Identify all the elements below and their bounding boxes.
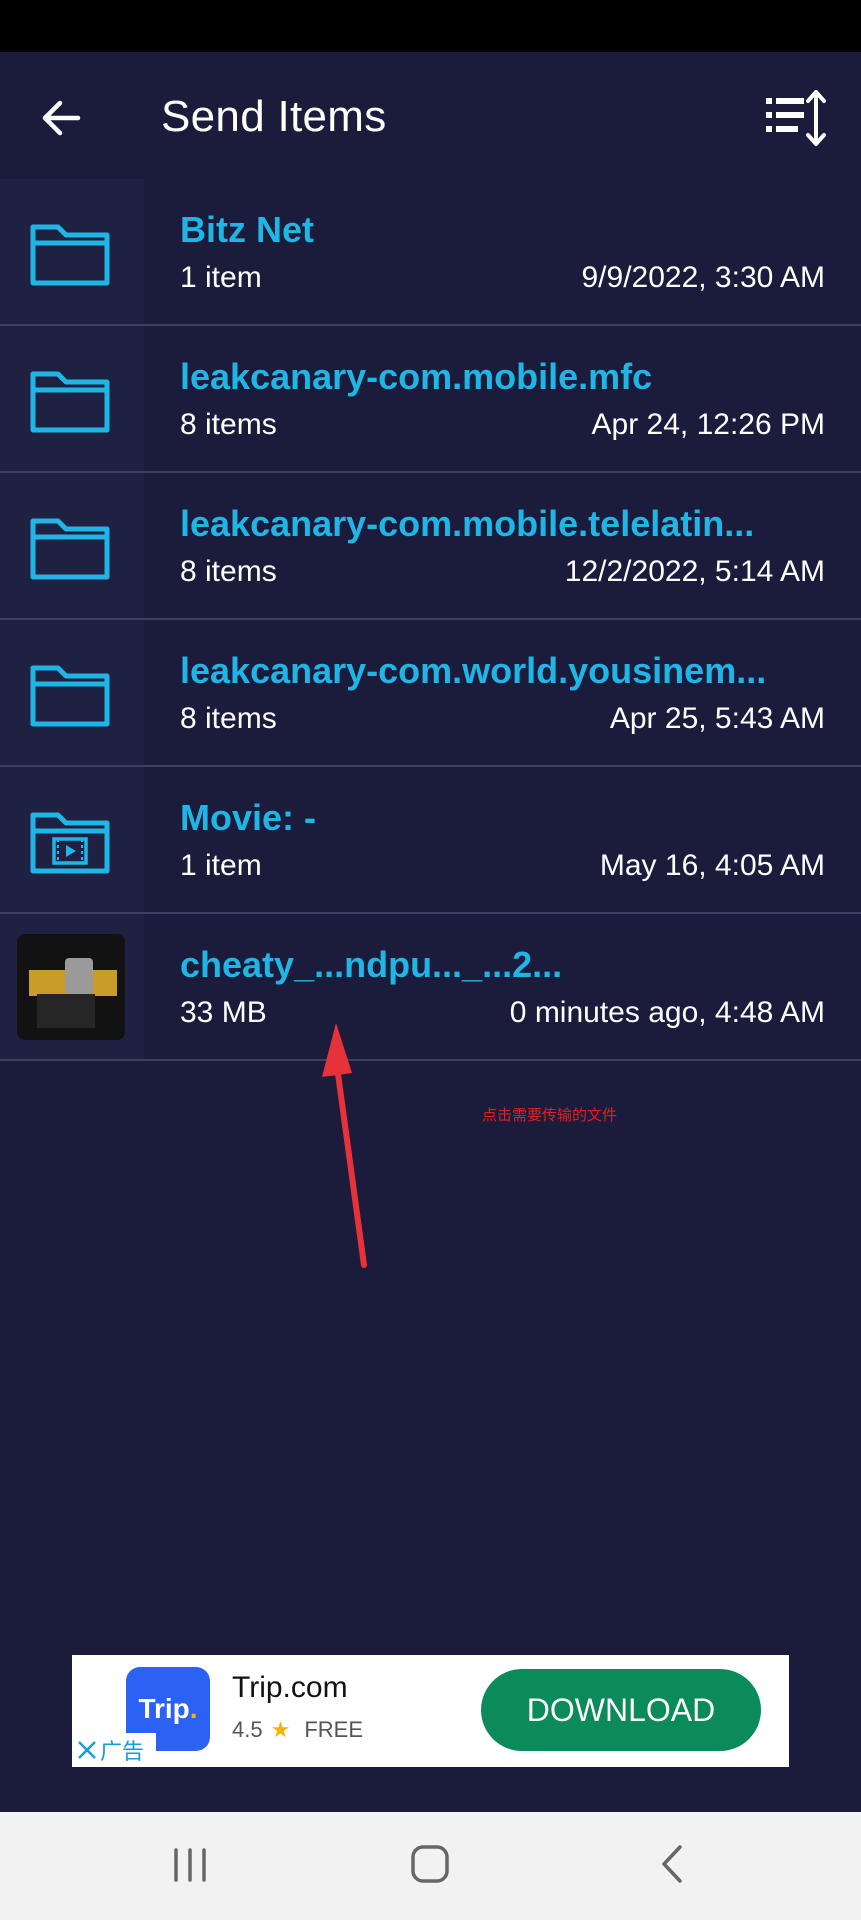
item-name: cheaty_...ndpu..._...2... — [180, 944, 563, 985]
list-item[interactable]: Bitz Net 1 item 9/9/2022, 3:30 AM — [0, 179, 861, 326]
video-folder-icon — [30, 812, 110, 874]
item-size: 33 MB — [180, 996, 267, 1029]
ad-label: 广告 — [100, 1739, 145, 1764]
list-item[interactable]: Movie: - 1 item May 16, 4:05 AM — [0, 767, 861, 914]
star-icon: ★ — [270, 1717, 291, 1742]
item-date: 0 minutes ago, 4:48 AM — [509, 996, 825, 1029]
list-item[interactable]: leakcanary-com.world.yousinem... 8 items… — [0, 620, 861, 767]
item-name: leakcanary-com.mobile.mfc — [180, 356, 653, 397]
item-date: May 16, 4:05 AM — [599, 849, 825, 882]
home-icon[interactable] — [410, 1844, 450, 1884]
item-name: leakcanary-com.mobile.telelatin... — [180, 503, 755, 544]
recents-icon[interactable] — [172, 1848, 208, 1882]
annotation-text: 点击需要传输的文件 — [482, 1107, 618, 1124]
ad-rating: 4.5 ★ FREE — [232, 1717, 363, 1743]
video-thumbnail — [17, 934, 125, 1040]
sort-button[interactable] — [764, 88, 828, 148]
back-button[interactable] — [34, 90, 90, 146]
list-item[interactable]: cheaty_...ndpu..._...2... 33 MB 0 minute… — [0, 914, 861, 1061]
ad-close-button[interactable]: 广告 — [72, 1733, 156, 1767]
ad-title: Trip.com — [232, 1671, 348, 1704]
item-count: 8 items — [180, 702, 277, 735]
status-bar — [0, 0, 861, 52]
item-name: Bitz Net — [180, 209, 314, 250]
back-nav-icon[interactable] — [660, 1844, 684, 1884]
app-bar: Send Items — [0, 52, 861, 179]
arrow-left-icon — [42, 100, 81, 136]
close-icon — [78, 1741, 96, 1759]
item-date: 9/9/2022, 3:30 AM — [581, 261, 825, 294]
item-count: 1 item — [180, 261, 262, 294]
item-date: Apr 24, 12:26 PM — [591, 408, 825, 441]
item-count: 8 items — [180, 408, 277, 441]
send-items-list: Bitz Net 1 item 9/9/2022, 3:30 AM leakca… — [0, 179, 861, 1061]
system-nav-bar — [0, 1812, 861, 1920]
folder-icon — [30, 371, 110, 433]
ad-banner[interactable]: Trip. Trip.com 4.5 ★ FREE DOWNLOAD 广告 — [72, 1655, 789, 1767]
item-count: 1 item — [180, 849, 262, 882]
folder-icon — [30, 518, 110, 580]
item-date: Apr 25, 5:43 AM — [609, 702, 825, 735]
price-label: FREE — [304, 1717, 364, 1742]
page-title: Send Items — [161, 92, 387, 141]
folder-icon — [30, 665, 110, 727]
item-name: leakcanary-com.world.yousinem... — [180, 650, 767, 691]
list-item[interactable]: leakcanary-com.mobile.mfc 8 items Apr 24… — [0, 326, 861, 473]
item-date: 12/2/2022, 5:14 AM — [564, 555, 825, 588]
download-button[interactable]: DOWNLOAD — [481, 1669, 761, 1751]
list-item[interactable]: leakcanary-com.mobile.telelatin... 8 ite… — [0, 473, 861, 620]
rating-value: 4.5 — [232, 1717, 263, 1742]
sort-icon — [766, 90, 826, 146]
annotation-arrow — [322, 1023, 367, 1268]
item-name: Movie: - — [180, 797, 317, 838]
folder-icon — [30, 224, 110, 286]
item-count: 8 items — [180, 555, 277, 588]
